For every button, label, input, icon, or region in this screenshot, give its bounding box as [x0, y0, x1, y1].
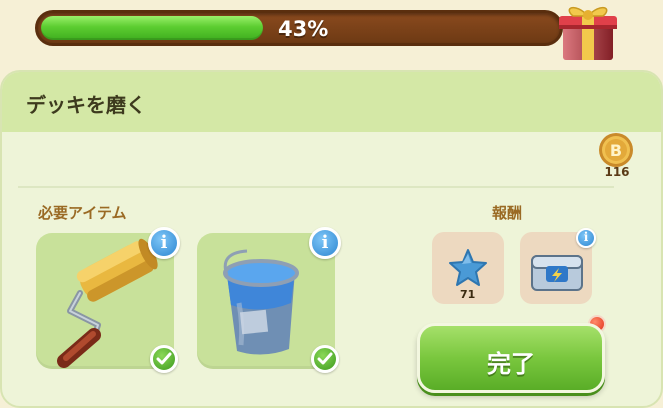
rewards-label: 報酬 [492, 204, 523, 222]
progress-fill [41, 16, 263, 40]
task-panel: デッキを磨く B 116 必要アイテム i i 報酬 71 i 完了 [0, 70, 663, 408]
svg-text:B: B [610, 141, 622, 160]
reward-energy-chest[interactable]: i [520, 228, 596, 304]
gift-box-icon[interactable] [553, 0, 621, 62]
item-info-button[interactable]: i [148, 227, 180, 259]
divider [18, 186, 614, 188]
reward-info-button[interactable]: i [576, 228, 596, 248]
required-item-paint-roller[interactable]: i [36, 227, 180, 373]
reward-count: 71 [460, 288, 476, 301]
progress-bar: 43% [35, 10, 563, 46]
required-items-label: 必要アイテム [38, 204, 127, 222]
coin-count: 116 [604, 165, 630, 179]
complete-button-label: 完了 [487, 350, 535, 378]
progress-percent: 43% [278, 17, 329, 41]
item-info-button[interactable]: i [309, 227, 341, 259]
panel-title: デッキを磨く [26, 93, 146, 117]
reward-star[interactable]: 71 [432, 232, 504, 304]
check-icon [150, 345, 178, 373]
coin-icon: B [598, 132, 634, 168]
required-item-paint-bucket[interactable]: i [197, 227, 341, 373]
check-icon [311, 345, 339, 373]
complete-button[interactable]: 完了 [417, 323, 605, 393]
panel-header: デッキを磨く [2, 72, 661, 132]
